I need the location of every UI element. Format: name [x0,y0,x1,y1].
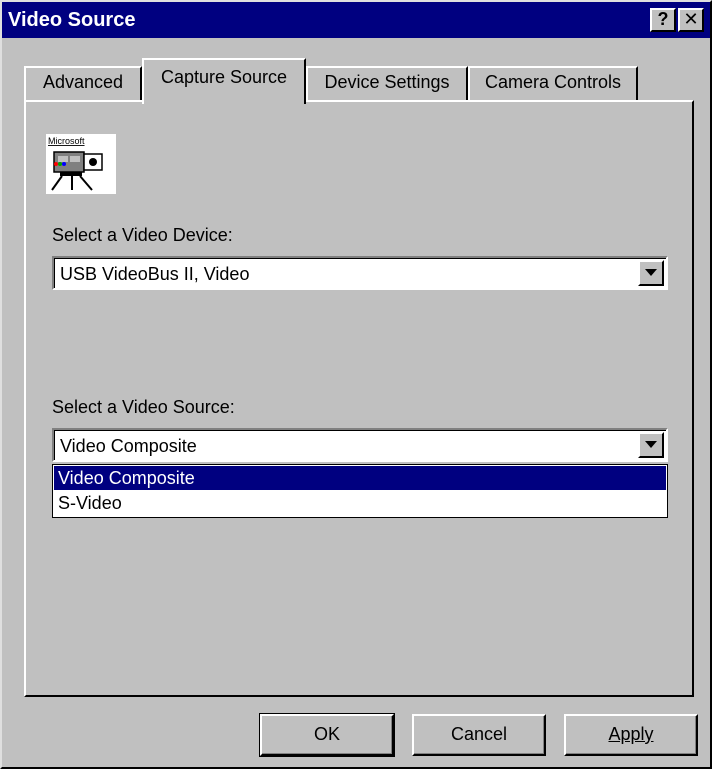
apply-button[interactable]: Apply [564,714,698,756]
dropdown-option-video-composite[interactable]: Video Composite [54,466,666,490]
logo-text: Microsoft [48,136,85,146]
dropdown-option-s-video[interactable]: S-Video [54,491,666,515]
video-source-dropdown-list: Video Composite S-Video [52,464,668,518]
video-device-select[interactable]: USB VideoBus II, Video [52,256,668,290]
video-source-label: Select a Video Source: [52,397,235,417]
video-source-value: Video Composite [60,436,197,456]
video-source-select[interactable]: Video Composite [52,428,668,462]
chevron-down-icon [645,441,657,448]
chevron-down-icon [645,269,657,276]
video-device-label: Select a Video Device: [52,225,233,245]
tab-device-settings[interactable]: Device Settings [306,66,468,102]
video-source-dropdown-button[interactable] [638,432,664,458]
video-source-dialog: Video Source ? ✕ Advanced Capture Source… [0,0,712,769]
cancel-button[interactable]: Cancel [412,714,546,756]
ok-button[interactable]: OK [259,713,395,757]
apply-button-label: Apply [608,724,654,744]
video-device-dropdown-button[interactable] [638,260,664,286]
video-camera-icon: Microsoft [46,134,116,194]
help-button[interactable]: ? [650,8,676,32]
tab-advanced[interactable]: Advanced [24,66,142,102]
window-title: Video Source [8,9,136,31]
close-button[interactable]: ✕ [678,8,704,32]
video-device-value: USB VideoBus II, Video [60,264,250,284]
title-bar[interactable]: Video Source ? ✕ [2,2,710,38]
tab-capture-source[interactable]: Capture Source [142,58,306,104]
tab-camera-controls[interactable]: Camera Controls [468,66,638,102]
